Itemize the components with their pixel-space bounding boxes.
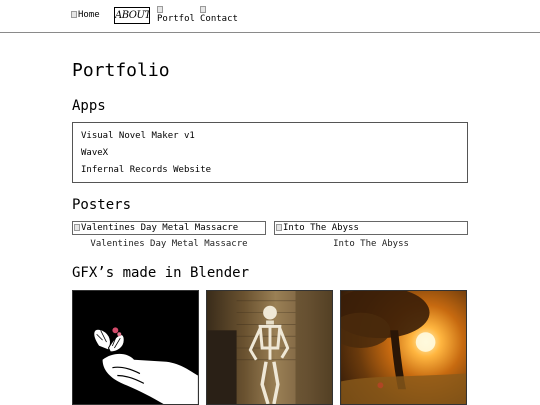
broken-image-icon — [74, 224, 80, 231]
nav-contact-label: Contact — [200, 14, 238, 24]
gfx-heading: GFX’s made in Blender — [72, 265, 250, 281]
app-item-wavex[interactable]: WaveX — [81, 145, 459, 162]
nav-home-link[interactable]: Home — [71, 10, 100, 20]
poster-image-valentines[interactable]: Valentines Day Metal Massacre — [72, 221, 266, 235]
app-item-infernal-records[interactable]: Infernal Records Website — [81, 162, 459, 179]
posters-heading: Posters — [72, 197, 132, 213]
top-nav: Home ABOUT Portfolio Contact — [0, 0, 540, 33]
gfx-image-sunlit-tree[interactable] — [340, 290, 467, 405]
poster-caption: Valentines Day Metal Massacre — [90, 239, 248, 249]
broken-image-icon — [276, 224, 282, 231]
skeleton-doorway-artwork — [207, 291, 332, 404]
apps-heading: Apps — [72, 98, 106, 114]
page-title: Portfolio — [72, 60, 170, 81]
gfx-image-hand-butterfly[interactable] — [72, 290, 199, 405]
hand-butterfly-artwork — [93, 327, 198, 404]
poster-alt-text: Valentines Day Metal Massacre — [81, 223, 239, 233]
broken-image-icon — [71, 11, 77, 18]
nav-portfolio-label: Portfolio — [157, 14, 195, 24]
poster-caption: Into The Abyss — [333, 239, 409, 249]
nav-home-label: Home — [78, 10, 100, 20]
broken-image-icon — [200, 6, 206, 13]
poster-alt-text: Into The Abyss — [283, 223, 359, 233]
broken-image-icon — [157, 6, 163, 13]
poster-image-abyss[interactable]: Into The Abyss — [274, 221, 468, 235]
app-item-visual-novel-maker[interactable]: Visual Novel Maker v1 — [81, 128, 459, 145]
nav-about-label: ABOUT — [115, 10, 150, 21]
sunlit-tree-artwork — [341, 291, 466, 404]
nav-contact-link[interactable]: Contact — [200, 6, 238, 24]
nav-about-link[interactable]: ABOUT — [114, 7, 150, 24]
apps-list: Visual Novel Maker v1 WaveX Infernal Rec… — [72, 122, 468, 183]
nav-portfolio-link[interactable]: Portfolio — [157, 6, 195, 24]
gfx-image-skeleton[interactable] — [206, 290, 333, 405]
